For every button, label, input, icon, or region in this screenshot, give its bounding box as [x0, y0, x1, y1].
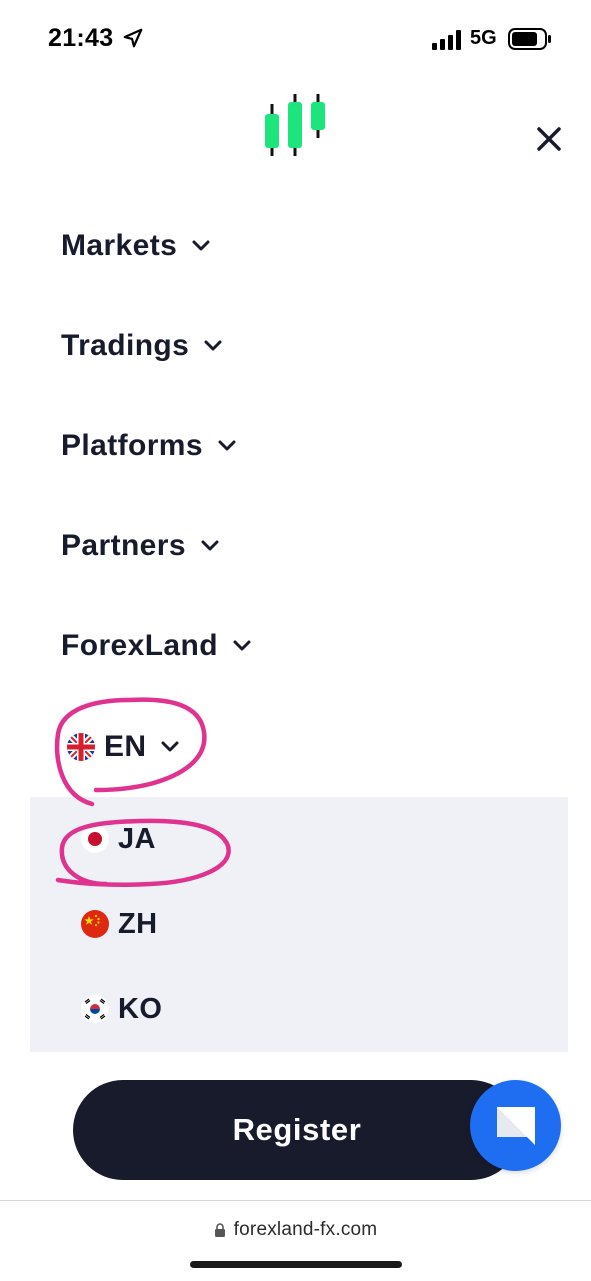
language-selector[interactable]: EN	[66, 722, 180, 772]
language-option-ja[interactable]: JA	[80, 817, 156, 861]
candlestick-logo-icon	[265, 94, 325, 156]
menu-item-markets[interactable]: Markets	[61, 221, 211, 271]
language-option-label: KO	[118, 992, 163, 1025]
status-time: 21:43	[48, 24, 114, 52]
register-button[interactable]: Register	[73, 1080, 521, 1180]
current-language-label: EN	[104, 730, 147, 763]
uk-flag-icon	[67, 733, 95, 761]
language-option-label: ZH	[118, 907, 158, 940]
chevron-down-icon	[161, 741, 179, 752]
menu-item-label: Partners	[61, 529, 186, 562]
status-bar: 21:43 5G	[0, 0, 591, 80]
menu-item-partners[interactable]: Partners	[61, 521, 220, 571]
language-option-zh[interactable]: ZH	[80, 902, 157, 946]
menu-item-forexland[interactable]: ForexLand	[61, 621, 252, 671]
chevron-down-icon	[233, 640, 251, 651]
home-indicator[interactable]	[190, 1261, 402, 1268]
china-flag-icon	[81, 910, 109, 938]
chevron-down-icon	[201, 540, 219, 551]
battery-icon	[508, 28, 551, 50]
menu-item-label: Markets	[61, 229, 178, 262]
menu-item-platforms[interactable]: Platforms	[61, 421, 237, 471]
menu-item-tradings[interactable]: Tradings	[61, 321, 223, 371]
menu-item-label: Platforms	[61, 429, 203, 462]
url-text: forexland-fx.com	[233, 1219, 378, 1240]
location-arrow-icon	[123, 28, 143, 48]
network-type: 5G	[470, 27, 497, 49]
menu-item-label: ForexLand	[61, 629, 218, 662]
japan-flag-icon	[81, 825, 109, 853]
language-option-ko[interactable]: KO	[80, 987, 162, 1031]
chat-button[interactable]	[470, 1080, 561, 1171]
cellular-signal-icon	[432, 30, 461, 50]
chevron-down-icon	[192, 240, 210, 251]
language-dropdown: JA ZH KO	[30, 797, 568, 1052]
browser-address-bar[interactable]: forexland-fx.com	[0, 1200, 591, 1281]
close-menu-button[interactable]	[530, 120, 568, 158]
lock-icon	[214, 1223, 225, 1237]
korea-flag-icon	[81, 995, 109, 1023]
language-option-label: JA	[118, 822, 156, 855]
register-label: Register	[232, 1112, 362, 1147]
chevron-down-icon	[218, 440, 236, 451]
menu-item-label: Tradings	[61, 329, 190, 362]
chat-bubble-icon	[496, 1106, 535, 1145]
chevron-down-icon	[204, 340, 222, 351]
